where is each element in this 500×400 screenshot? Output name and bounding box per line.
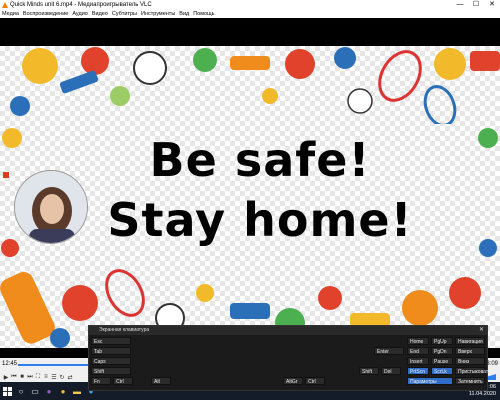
loop-button[interactable]: ↻ [58, 374, 66, 381]
key-prtscn[interactable]: PrtScn [407, 367, 429, 375]
shuffle-button[interactable]: ⇄ [66, 374, 74, 381]
key-del[interactable]: Del [381, 367, 401, 375]
key-insert[interactable]: Insert [407, 357, 429, 365]
key-alt[interactable]: Alt [151, 377, 171, 385]
key-ctrl-left[interactable]: Ctrl [113, 377, 133, 385]
menu-bar: Медиа Воспроизведение Аудио Видео Субтит… [0, 10, 500, 18]
menu-playback[interactable]: Воспроизведение [23, 10, 68, 18]
osk-titlebar: Экранная клавиатура [89, 326, 487, 335]
key-down[interactable]: Вниз [455, 357, 485, 365]
osk-title: Экранная клавиатура [99, 327, 150, 333]
fullscreen-button[interactable]: ⛶ [34, 374, 42, 381]
key-esc[interactable]: Esc [91, 337, 131, 345]
chrome-icon[interactable]: ● [56, 382, 70, 400]
key-dock[interactable]: Пристыковать [455, 367, 491, 375]
menu-subtitles[interactable]: Субтитры [112, 10, 137, 18]
key-shift-left[interactable]: Shift [91, 367, 131, 375]
next-button[interactable]: ⏭ [26, 374, 34, 381]
key-ctrl-right[interactable]: Ctrl [305, 377, 325, 385]
menu-video[interactable]: Видео [92, 10, 108, 18]
time-elapsed: 12:45 [2, 361, 18, 367]
video-message: Be safe! Stay home! [60, 130, 460, 250]
viber-icon[interactable]: ● [42, 382, 56, 400]
message-line-2: Stay home! [107, 193, 413, 247]
menu-audio[interactable]: Аудио [72, 10, 88, 18]
vlc-cone-icon [2, 2, 8, 8]
window-titlebar: Quick Minds unit 6.mp4 - Медиапроигрыват… [0, 0, 500, 10]
menu-view[interactable]: Вид [179, 10, 189, 18]
extended-settings-button[interactable]: ≡ [42, 374, 50, 380]
playlist-button[interactable]: ☰ [50, 374, 58, 381]
key-scrlk[interactable]: ScrLk [431, 367, 453, 375]
key-options[interactable]: Параметры [407, 377, 453, 385]
key-pgup[interactable]: PgUp [431, 337, 453, 345]
play-button[interactable]: ▶ [2, 374, 10, 381]
task-view-icon[interactable]: ▭ [28, 382, 42, 400]
key-fade[interactable]: Затемнить [455, 377, 485, 385]
key-navigation[interactable]: Навигация [455, 337, 485, 345]
key-tab[interactable]: Tab [91, 347, 131, 355]
person-avatar-icon [15, 171, 87, 243]
menu-help[interactable]: Помощь [193, 10, 214, 18]
maximize-button[interactable]: ☐ [468, 0, 484, 10]
menu-tools[interactable]: Инструменты [141, 10, 175, 18]
window-controls: — ☐ ✕ [452, 0, 500, 10]
window-title: Quick Minds unit 6.mp4 - Медиапроигрыват… [10, 2, 152, 8]
menu-media[interactable]: Медиа [2, 10, 19, 18]
osk-close-icon[interactable]: ✕ [479, 326, 484, 333]
start-button[interactable] [0, 382, 14, 400]
stop-button[interactable]: ■ [18, 374, 26, 380]
record-indicator-icon [3, 172, 9, 178]
on-screen-keyboard: Экранная клавиатура ✕ Esc Tab Enter Caps… [88, 325, 491, 391]
close-button[interactable]: ✕ [484, 0, 500, 10]
tray-date: 11.04.2020 [468, 391, 496, 397]
key-fn[interactable]: Fn [91, 377, 111, 385]
video-area[interactable]: Be safe! Stay home! [0, 18, 500, 358]
key-shift-right[interactable]: Shift [359, 367, 379, 375]
sports-border-right [478, 128, 498, 257]
sports-border-top [10, 47, 500, 124]
previous-button[interactable]: ⏮ [10, 374, 18, 381]
key-caps[interactable]: Caps [91, 357, 131, 365]
key-pgdn[interactable]: PgDn [431, 347, 453, 355]
key-end[interactable]: End [407, 347, 429, 355]
key-altgr[interactable]: AltGr [283, 377, 303, 385]
key-enter[interactable]: Enter [374, 347, 404, 355]
minimize-button[interactable]: — [452, 0, 468, 10]
search-icon[interactable]: ○ [14, 382, 28, 400]
key-pause[interactable]: Pause [431, 357, 453, 365]
file-explorer-icon[interactable]: ▬ [70, 382, 84, 400]
webcam-overlay [14, 170, 88, 244]
key-home[interactable]: Home [407, 337, 429, 345]
message-line-1: Be safe! [149, 133, 371, 187]
key-up[interactable]: Вверх [455, 347, 485, 355]
windows-logo-icon [2, 386, 12, 396]
